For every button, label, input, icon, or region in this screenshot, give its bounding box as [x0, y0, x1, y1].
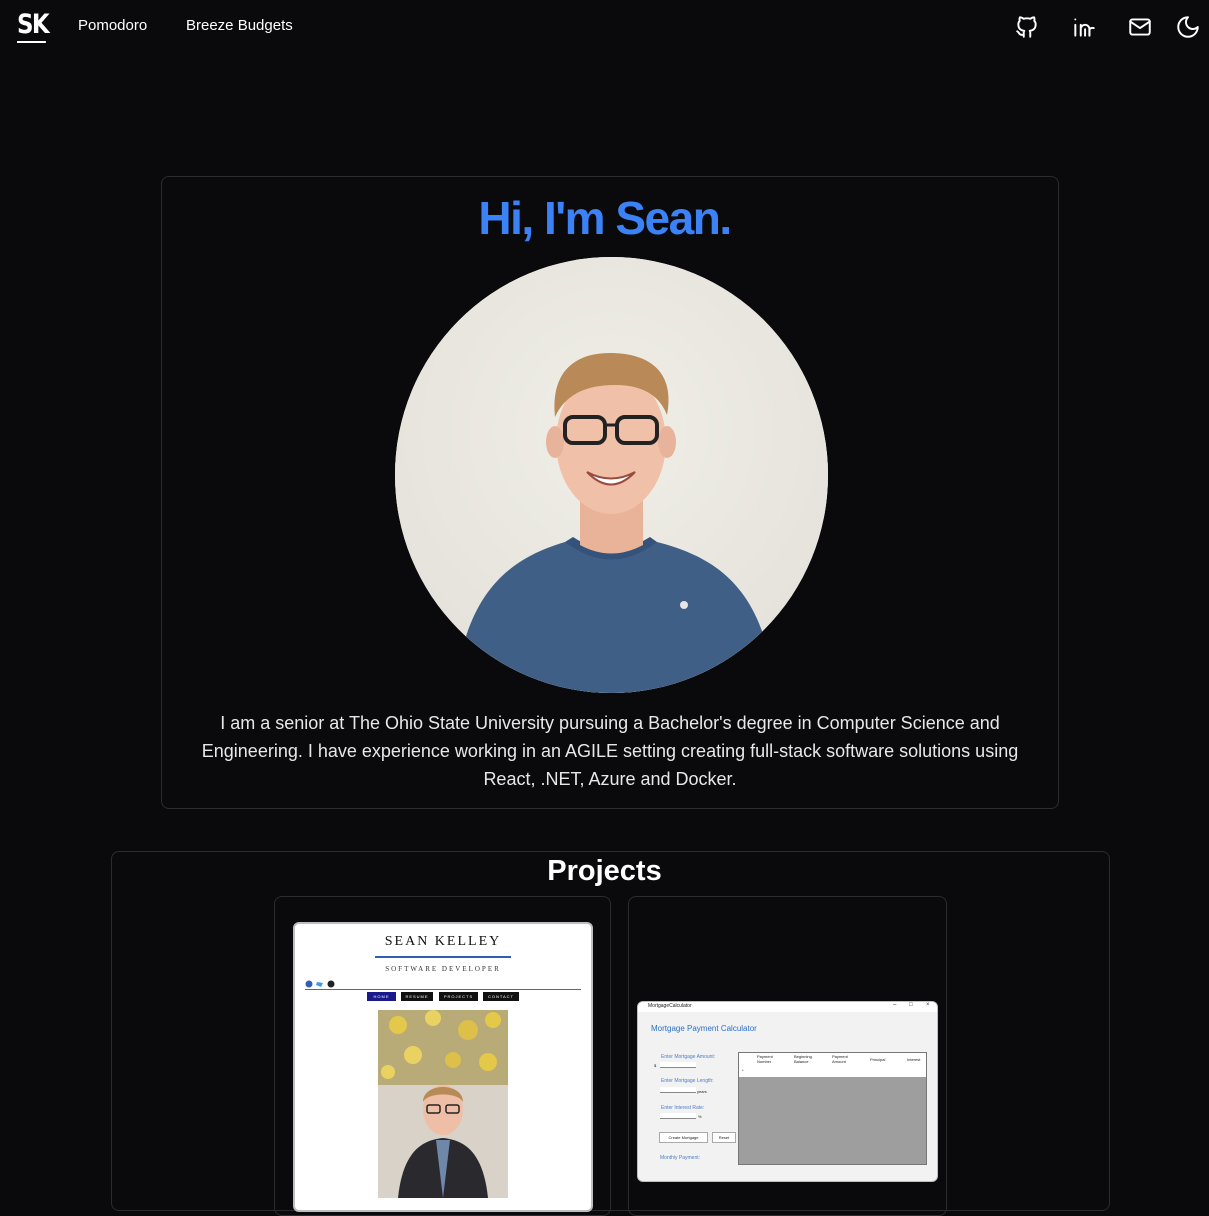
portfolio-menu-projects: PROJECTS: [439, 992, 478, 1001]
nav-link-pomodoro[interactable]: Pomodoro: [78, 17, 147, 34]
github-icon: [327, 980, 335, 988]
length-input: [660, 1087, 696, 1093]
rate-input: [660, 1113, 696, 1119]
maximize-icon: □: [909, 1002, 913, 1008]
col-beginning-balance: Beginning Balance: [794, 1054, 812, 1064]
portfolio-menu-contact: CONTACT: [483, 992, 519, 1001]
projects-title: Projects: [547, 855, 662, 887]
portfolio-screenshot: SEAN KELLEY SOFTWARE DEVELOPER HOME RESU…: [293, 922, 593, 1212]
window-titlebar: MortgageCalculator – □ ×: [638, 1002, 937, 1012]
linkedin-icon: [305, 980, 313, 988]
mail-icon[interactable]: [1127, 14, 1153, 40]
grid-header: Payment Number Beginning Balance Payment…: [739, 1053, 926, 1077]
portfolio-menu-home: HOME: [367, 992, 396, 1001]
amount-input: [660, 1062, 696, 1068]
portfolio-photo: [378, 1010, 508, 1198]
amortization-grid: Payment Number Beginning Balance Payment…: [738, 1052, 927, 1165]
portfolio-menu-resume: RESUME: [401, 992, 433, 1001]
top-nav: SK Pomodoro Breeze Budgets: [0, 0, 1209, 54]
col-payment-amount: Payment Amount: [832, 1054, 848, 1064]
create-mortgage-button: Create Mortgage: [659, 1132, 708, 1143]
length-label: Enter Mortgage Length:: [661, 1078, 714, 1084]
amount-label: Enter Mortgage Amount:: [661, 1054, 716, 1060]
portfolio-name: SEAN KELLEY: [384, 934, 502, 949]
col-payment-number: Payment Number: [757, 1054, 773, 1064]
linkedin-icon[interactable]: [1071, 14, 1097, 40]
portfolio-rule: [305, 989, 581, 990]
window-title: MortgageCalculator: [648, 1003, 692, 1009]
profile-photo: [395, 257, 828, 693]
moon-icon[interactable]: [1175, 14, 1201, 40]
length-unit: years: [697, 1089, 707, 1094]
portfolio-subtitle: SOFTWARE DEVELOPER: [385, 965, 501, 973]
github-icon[interactable]: [1014, 14, 1040, 40]
nav-link-breeze-budgets[interactable]: Breeze Budgets: [186, 17, 293, 34]
portfolio-underline: [375, 956, 511, 958]
monthly-payment-label: Monthly Payment:: [660, 1155, 701, 1161]
calculator-heading: Mortgage Payment Calculator: [651, 1024, 757, 1033]
reset-button: Reset: [712, 1132, 736, 1143]
hero-title: Hi, I'm Sean.: [478, 192, 732, 244]
currency-symbol: $: [654, 1063, 657, 1068]
new-row-marker: *: [742, 1068, 744, 1073]
minimize-icon: –: [893, 1002, 897, 1008]
rate-unit: %: [698, 1114, 702, 1119]
mortgage-calculator-screenshot: MortgageCalculator – □ × Mortgage Paymen…: [637, 1001, 938, 1182]
site-logo[interactable]: SK: [17, 9, 50, 43]
col-interest: Interest: [907, 1057, 921, 1062]
col-principal: Principal: [870, 1057, 886, 1062]
close-icon: ×: [926, 1002, 930, 1008]
rate-label: Enter Interest Rate:: [661, 1105, 705, 1111]
twitter-icon: [316, 982, 323, 987]
hero-bio: I am a senior at The Ohio State Universi…: [201, 713, 1019, 789]
